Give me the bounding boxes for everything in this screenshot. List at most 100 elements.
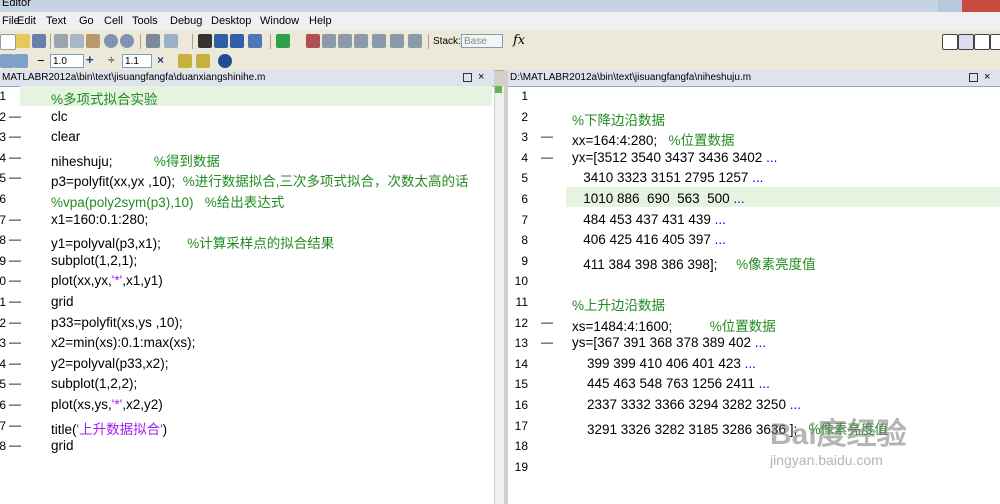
breakpoint-dash[interactable]: — xyxy=(541,335,553,349)
breakpoint-dash[interactable]: — xyxy=(9,376,21,390)
tile-layout-icon[interactable] xyxy=(942,34,958,50)
menu-desktop[interactable]: Desktop xyxy=(211,15,251,27)
breakpoint-dash[interactable]: — xyxy=(9,212,21,226)
breakpoint-icon[interactable] xyxy=(306,34,320,48)
cell-mode-icon[interactable] xyxy=(0,54,14,68)
code-line[interactable]: %上升边沿数据 xyxy=(572,294,665,314)
close-right-pane-icon[interactable]: × xyxy=(984,72,993,83)
redo-icon[interactable] xyxy=(120,34,134,48)
multiply-button[interactable]: × xyxy=(157,53,164,67)
save-icon[interactable] xyxy=(32,34,46,48)
step-icon[interactable] xyxy=(338,34,352,48)
code-line[interactable]: p3=polyfit(xx,yx ,10); %进行数据拟合,三次多项式拟合，次… xyxy=(51,170,468,190)
paste-icon[interactable] xyxy=(86,34,100,48)
breakpoint-dash[interactable]: — xyxy=(9,397,21,411)
print-icon[interactable] xyxy=(146,34,160,48)
divide-button[interactable]: ÷ xyxy=(108,53,115,67)
find-binoculars-icon[interactable] xyxy=(198,34,212,48)
code-line[interactable]: plot(xs,ys,'*',x2,y2) xyxy=(51,397,163,412)
code-line[interactable]: 1010 886 690 563 500 ... xyxy=(572,191,744,206)
code-line[interactable]: xs=1484:4:1600; %位置数据 xyxy=(572,315,776,335)
horizontal-layout-icon[interactable] xyxy=(974,34,990,50)
breakpoint-dash[interactable]: — xyxy=(541,129,553,143)
code-line[interactable]: 406 425 416 405 397 ... xyxy=(572,232,726,247)
menu-edit[interactable]: Edit xyxy=(17,15,36,27)
code-line[interactable]: %下降边沿数据 xyxy=(572,109,665,129)
breakpoint-dash[interactable]: — xyxy=(9,232,21,246)
code-line[interactable]: 411 384 398 386 398]; %像素亮度值 xyxy=(572,253,815,273)
code-line[interactable]: subplot(1,2,1); xyxy=(51,253,137,268)
left-editor-pane[interactable]: MATLABR2012a\bin\text\jisuangfangfa\duan… xyxy=(0,70,494,504)
menu-tools[interactable]: Tools xyxy=(132,15,158,27)
run-icon[interactable] xyxy=(276,34,290,48)
clear-breakpoints-icon[interactable] xyxy=(322,34,336,48)
breakpoint-dash[interactable]: — xyxy=(541,315,553,329)
code-line[interactable]: yx=[3512 3540 3437 3436 3402 ... xyxy=(572,150,777,165)
close-left-pane-icon[interactable]: × xyxy=(478,72,487,83)
increment-button[interactable]: + xyxy=(86,52,94,67)
code-line[interactable]: 445 463 548 763 1256 2411 ... xyxy=(572,376,770,391)
copy-icon[interactable] xyxy=(70,34,84,48)
increment-value-field[interactable]: 1.0 xyxy=(50,54,84,68)
menu-cell[interactable]: Cell xyxy=(104,15,123,27)
forward-arrow-icon[interactable] xyxy=(230,34,244,48)
code-line[interactable]: subplot(1,2,2); xyxy=(51,376,137,391)
menu-go[interactable]: Go xyxy=(79,15,94,27)
back-arrow-icon[interactable] xyxy=(214,34,228,48)
code-line[interactable]: grid xyxy=(51,438,74,453)
menu-window[interactable]: Window xyxy=(260,15,299,27)
continue-icon[interactable] xyxy=(390,34,404,48)
breakpoint-dash[interactable]: — xyxy=(9,438,21,452)
cell-publish2-icon[interactable] xyxy=(196,54,210,68)
exit-debug-icon[interactable] xyxy=(408,34,422,48)
minimize-button[interactable] xyxy=(938,0,962,12)
menu-debug[interactable]: Debug xyxy=(170,15,202,27)
step-out-icon[interactable] xyxy=(372,34,386,48)
split-layout-icon[interactable] xyxy=(958,34,974,50)
code-line[interactable]: title('上升数据拟合') xyxy=(51,418,167,438)
help-info-icon[interactable] xyxy=(218,54,232,68)
new-file-icon[interactable] xyxy=(0,34,16,50)
code-line[interactable]: 3410 3323 3151 2795 1257 ... xyxy=(572,170,763,185)
menu-text[interactable]: Text xyxy=(46,15,66,27)
function-browser-icon[interactable] xyxy=(248,34,262,48)
open-folder-icon[interactable] xyxy=(16,34,30,48)
code-line[interactable]: xx=164:4:280; %位置数据 xyxy=(572,129,734,149)
cell-publish-icon[interactable] xyxy=(178,54,192,68)
code-line[interactable]: %vpa(poly2sym(p3),10) %给出表达式 xyxy=(51,191,284,211)
step-in-icon[interactable] xyxy=(354,34,368,48)
breakpoint-dash[interactable]: — xyxy=(9,273,21,287)
menu-help[interactable]: Help xyxy=(309,15,332,27)
code-line[interactable]: grid xyxy=(51,294,74,309)
code-line[interactable]: plot(xx,yx,'*',x1,y1) xyxy=(51,273,163,288)
code-line[interactable]: x2=min(xs):0.1:max(xs); xyxy=(51,335,195,350)
print-dropdown-icon[interactable] xyxy=(164,34,178,48)
code-line[interactable]: clc xyxy=(51,109,68,124)
breakpoint-dash[interactable]: — xyxy=(9,253,21,267)
cell-eval-icon[interactable] xyxy=(14,54,28,68)
stack-select[interactable]: Base xyxy=(461,34,503,48)
fx-button[interactable]: fx xyxy=(513,33,525,48)
undock-icon[interactable] xyxy=(463,73,472,82)
code-line[interactable]: ys=[367 391 368 378 389 402 ... xyxy=(572,335,766,350)
breakpoint-dash[interactable]: — xyxy=(9,129,21,143)
close-window-button[interactable] xyxy=(962,0,1000,12)
decrement-button[interactable]: − xyxy=(37,53,45,68)
code-line[interactable]: y2=polyval(p33,x2); xyxy=(51,356,168,371)
scale-value-field[interactable]: 1.1 xyxy=(122,54,152,68)
breakpoint-dash[interactable]: — xyxy=(9,109,21,123)
code-line[interactable]: niheshuju; %得到数据 xyxy=(51,150,220,170)
breakpoint-dash[interactable]: — xyxy=(9,294,21,308)
breakpoint-dash[interactable]: — xyxy=(541,150,553,164)
breakpoint-dash[interactable]: — xyxy=(9,356,21,370)
code-line[interactable]: y1=polyval(p3,x1); %计算采样点的拟合结果 xyxy=(51,232,334,252)
code-line[interactable]: x1=160:0.1:280; xyxy=(51,212,148,227)
undo-icon[interactable] xyxy=(104,34,118,48)
float-layout-icon[interactable] xyxy=(990,34,1000,50)
right-editor-pane[interactable]: D:\MATLABR2012a\bin\text\jisuangfangfa\n… xyxy=(508,70,1000,504)
code-line[interactable]: 484 453 437 431 439 ... xyxy=(572,212,726,227)
breakpoint-dash[interactable]: — xyxy=(9,150,21,164)
breakpoint-dash[interactable]: — xyxy=(9,315,21,329)
code-line[interactable]: clear xyxy=(51,129,80,144)
undock-icon[interactable] xyxy=(969,73,978,82)
